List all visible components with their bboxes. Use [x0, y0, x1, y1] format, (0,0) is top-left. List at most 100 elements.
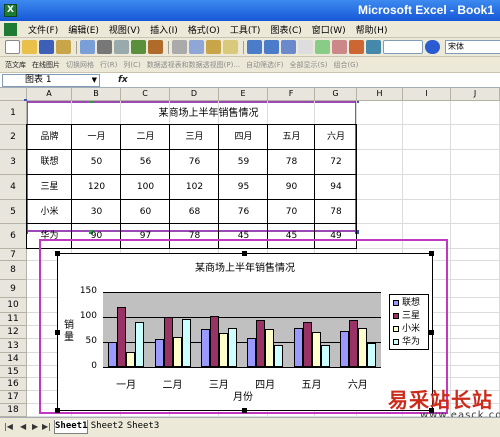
online-images-button[interactable]: 在线图片 [32, 60, 60, 70]
table-cell[interactable]: 小米 [27, 200, 72, 224]
bar[interactable] [181, 318, 191, 367]
column-header[interactable]: J [451, 88, 500, 101]
sort-ascending-icon[interactable] [315, 40, 330, 54]
menu-window[interactable]: 窗口(W) [307, 23, 351, 36]
row-header[interactable]: 1 [0, 101, 27, 125]
menu-format[interactable]: 格式(O) [183, 23, 225, 36]
fx-icon[interactable]: fx [118, 75, 128, 85]
y-tick-label[interactable]: 0 [72, 361, 97, 371]
drawing-icon[interactable] [366, 40, 381, 54]
bar[interactable] [163, 317, 173, 367]
bar[interactable] [135, 322, 145, 367]
bar[interactable] [247, 337, 257, 367]
table-cell[interactable]: 102 [170, 175, 219, 200]
bar[interactable] [227, 328, 237, 367]
bar[interactable] [172, 337, 182, 367]
zoom-icon[interactable] [383, 40, 423, 54]
font-select[interactable]: 宋体 [445, 40, 500, 54]
row-header[interactable]: 12 [0, 326, 27, 339]
column-header[interactable]: F [268, 88, 315, 101]
show-all-button[interactable]: 全部显示(S) [290, 60, 328, 70]
email-icon[interactable] [80, 40, 95, 54]
table-cell[interactable]: 三星 [27, 175, 72, 200]
bar[interactable] [302, 322, 312, 367]
table-header-cell[interactable]: 六月 [315, 125, 357, 150]
bar[interactable] [209, 316, 219, 367]
x-tick-label[interactable]: 二月 [149, 376, 195, 391]
first-sheet-icon[interactable]: |◀ [4, 422, 13, 431]
menu-view[interactable]: 视图(V) [104, 23, 145, 36]
bar[interactable] [108, 342, 118, 367]
print-preview-icon[interactable] [114, 40, 129, 54]
row-header[interactable]: 16 [0, 378, 27, 391]
template-library-button[interactable]: 范文库 [5, 60, 26, 70]
row-header[interactable]: 9 [0, 280, 27, 298]
table-cell[interactable]: 76 [219, 200, 268, 224]
column-header[interactable]: E [219, 88, 268, 101]
table-cell[interactable]: 30 [72, 200, 121, 224]
chart-wizard-icon[interactable] [349, 40, 364, 54]
table-cell[interactable]: 72 [315, 150, 357, 175]
bar[interactable] [154, 339, 164, 367]
next-sheet-icon[interactable]: ▶ [32, 422, 38, 431]
column-header[interactable]: I [403, 88, 451, 101]
legend-item[interactable]: 华为 [393, 336, 429, 348]
bar[interactable] [126, 352, 136, 367]
chevron-down-icon[interactable]: ▼ [92, 75, 97, 86]
toggle-grid-button[interactable]: 切换网格 [66, 60, 94, 70]
bar[interactable] [256, 319, 266, 367]
column-header[interactable]: A [27, 88, 72, 101]
sort-descending-icon[interactable] [332, 40, 347, 54]
autosum-icon[interactable] [298, 40, 313, 54]
row-header[interactable]: 5 [0, 200, 27, 224]
paste-icon[interactable] [206, 40, 221, 54]
chart-resize-handle[interactable] [242, 251, 247, 256]
bar[interactable] [200, 329, 210, 367]
format-painter-icon[interactable] [223, 40, 238, 54]
column-header[interactable]: G [315, 88, 357, 101]
row-header[interactable]: 6 [0, 224, 27, 249]
table-cell[interactable]: 70 [268, 200, 315, 224]
legend-item[interactable]: 小米 [393, 323, 429, 335]
chart-resize-handle[interactable] [429, 251, 434, 256]
bar[interactable] [274, 344, 284, 367]
table-header-cell[interactable]: 三月 [170, 125, 219, 150]
prev-sheet-icon[interactable]: ◀ [20, 422, 26, 431]
table-cell[interactable]: 50 [72, 150, 121, 175]
table-cell[interactable]: 68 [170, 200, 219, 224]
redo-icon[interactable] [264, 40, 279, 54]
autofilter-button[interactable]: 自动筛选(F) [246, 60, 284, 70]
new-icon[interactable] [5, 40, 20, 54]
row-header[interactable]: 7 [0, 249, 27, 261]
row-header[interactable]: 17 [0, 391, 27, 404]
chart-resize-handle[interactable] [55, 408, 60, 413]
permission-icon[interactable] [56, 40, 71, 54]
spelling-icon[interactable] [131, 40, 146, 54]
chart-resize-handle[interactable] [55, 330, 60, 335]
row-header[interactable]: 15 [0, 366, 27, 378]
table-header-cell[interactable]: 一月 [72, 125, 121, 150]
cut-icon[interactable] [172, 40, 187, 54]
row-header[interactable]: 10 [0, 298, 27, 313]
table-cell[interactable]: 60 [121, 200, 170, 224]
bar[interactable] [311, 332, 321, 367]
chart-title[interactable]: 某商场上半年销售情况 [57, 259, 433, 274]
bar[interactable] [265, 329, 275, 367]
pivot-table-button[interactable]: 数据透视表和数据透视图(P)... [147, 60, 240, 70]
x-tick-label[interactable]: 六月 [335, 376, 381, 391]
table-cell[interactable]: 120 [72, 175, 121, 200]
table-cell[interactable]: 94 [315, 175, 357, 200]
table-cell[interactable]: 78 [315, 200, 357, 224]
menu-help[interactable]: 帮助(H) [351, 23, 393, 36]
chart-resize-handle[interactable] [429, 330, 434, 335]
select-all-corner[interactable] [0, 88, 27, 101]
x-tick-label[interactable]: 一月 [103, 376, 149, 391]
bar[interactable] [117, 307, 127, 367]
row-header[interactable]: 11 [0, 313, 27, 326]
table-header-cell[interactable]: 二月 [121, 125, 170, 150]
chart-resize-handle[interactable] [55, 251, 60, 256]
copy-icon[interactable] [189, 40, 204, 54]
bar[interactable] [218, 333, 228, 367]
row-header[interactable]: 4 [0, 175, 27, 200]
x-tick-label[interactable]: 五月 [288, 376, 334, 391]
